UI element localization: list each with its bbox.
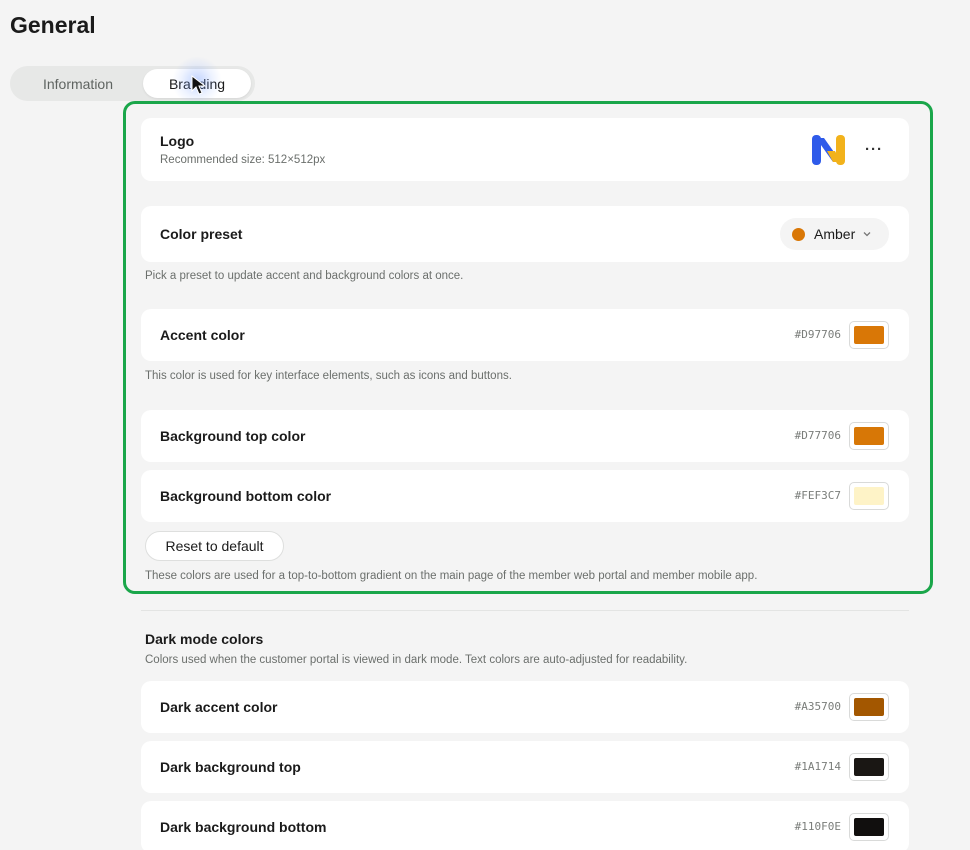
background-bottom-card: Background bottom color #FEF3C7 [141, 470, 909, 522]
background-top-card: Background top color #D77706 [141, 410, 909, 462]
dark-background-bottom-swatch[interactable] [849, 813, 889, 841]
dark-mode-section-subtitle: Colors used when the customer portal is … [145, 654, 688, 666]
accent-color-label: Accent color [160, 327, 245, 343]
dark-background-top-card: Dark background top #1A1714 [141, 741, 909, 793]
background-bottom-label: Background bottom color [160, 488, 332, 504]
brand-logo-image[interactable] [811, 132, 847, 168]
chevron-down-icon [863, 232, 871, 237]
background-bottom-hex[interactable]: #FEF3C7 [795, 489, 841, 502]
dark-background-top-hex[interactable]: #1A1714 [795, 760, 841, 773]
accent-color-hex[interactable]: #D97706 [795, 328, 841, 341]
color-preset-dropdown[interactable]: Amber [780, 218, 889, 250]
mouse-cursor-icon [191, 75, 207, 95]
color-preset-card: Color preset Amber [141, 206, 909, 262]
dark-mode-section-title: Dark mode colors [145, 631, 264, 647]
accent-color-swatch[interactable] [849, 321, 889, 349]
preset-color-dot [792, 227, 805, 241]
accent-color-hint: This color is used for key interface ele… [145, 370, 512, 382]
dark-accent-label: Dark accent color [160, 699, 278, 715]
dark-background-bottom-label: Dark background bottom [160, 819, 327, 835]
logo-label: Logo [160, 133, 195, 149]
background-top-swatch[interactable] [849, 422, 889, 450]
accent-color-card: Accent color #D97706 [141, 309, 909, 361]
tab-information[interactable]: Information [13, 69, 143, 98]
dark-background-bottom-card: Dark background bottom #110F0E [141, 801, 909, 850]
gradient-hint: These colors are used for a top-to-botto… [145, 570, 758, 582]
background-top-label: Background top color [160, 428, 306, 444]
dark-accent-card: Dark accent color #A35700 [141, 681, 909, 733]
dark-accent-hex[interactable]: #A35700 [795, 700, 841, 713]
dark-background-top-label: Dark background top [160, 759, 301, 775]
dark-background-bottom-hex[interactable]: #110F0E [795, 820, 841, 833]
logo-card: Logo Recommended size: 512×512px ··· [141, 118, 909, 181]
dark-background-top-swatch[interactable] [849, 753, 889, 781]
color-preset-label: Color preset [160, 226, 243, 242]
logo-sublabel: Recommended size: 512×512px [160, 154, 326, 166]
dark-accent-swatch[interactable] [849, 693, 889, 721]
section-divider [141, 610, 909, 611]
tab-bar: Information Branding [10, 66, 255, 101]
background-top-hex[interactable]: #D77706 [795, 429, 841, 442]
preset-selected-label: Amber [814, 226, 856, 242]
background-bottom-swatch[interactable] [849, 482, 889, 510]
page-title: General [10, 12, 96, 38]
logo-more-options-icon[interactable]: ··· [865, 140, 883, 158]
reset-to-default-button[interactable]: Reset to default [145, 531, 284, 561]
color-preset-hint: Pick a preset to update accent and backg… [145, 270, 464, 282]
